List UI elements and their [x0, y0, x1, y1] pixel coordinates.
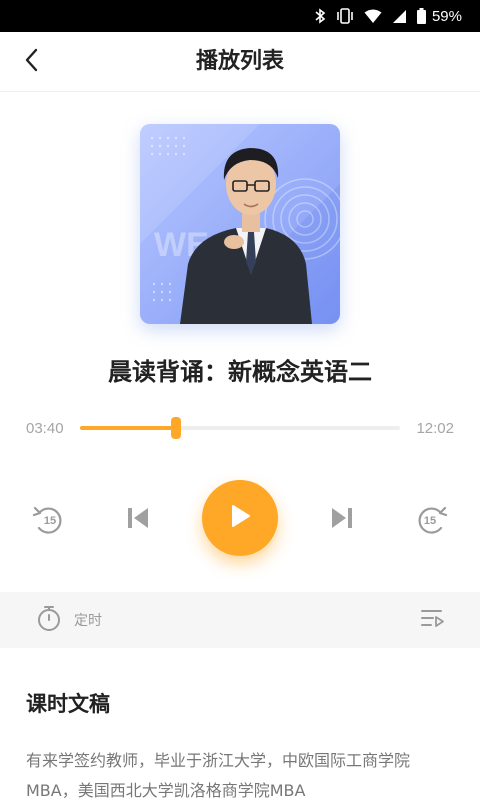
- progress-slider[interactable]: [80, 417, 400, 439]
- header: 播放列表: [0, 32, 480, 92]
- page-title: 播放列表: [195, 49, 284, 74]
- vibrate-icon: [336, 8, 354, 24]
- current-time: 03:40: [26, 420, 64, 437]
- previous-track-button[interactable]: [118, 500, 158, 540]
- rewind-15-button[interactable]: 15: [30, 502, 70, 538]
- bluetooth-icon: [314, 8, 326, 24]
- forward-seconds-label: 15: [423, 515, 437, 527]
- progress-thumb[interactable]: [171, 417, 181, 439]
- total-time: 12:02: [416, 420, 454, 437]
- lesson-title: 晨读背诵：新概念英语二: [108, 358, 372, 386]
- skip-previous-icon: [124, 504, 152, 536]
- forward-15-button[interactable]: 15: [410, 502, 450, 538]
- signal-icon: [392, 9, 407, 24]
- transcript-body: 有来学签约教师，毕业于浙江大学，中欧国际工商学院MBA，美国西北大学凯洛格商学院…: [26, 751, 411, 800]
- playlist-button[interactable]: [420, 608, 446, 632]
- playlist-icon: [421, 608, 445, 632]
- rewind-seconds-label: 15: [43, 515, 57, 527]
- transcript-title: 课时文稿: [26, 692, 110, 716]
- timer-label: 定时: [74, 613, 102, 629]
- sleep-timer-button[interactable]: 定时: [36, 606, 102, 634]
- next-track-button[interactable]: [322, 500, 362, 540]
- status-bar: 59%: [0, 0, 480, 32]
- skip-next-icon: [328, 504, 356, 536]
- stopwatch-icon: [36, 604, 62, 636]
- wifi-icon: [364, 9, 382, 24]
- play-icon: [227, 502, 253, 534]
- timer-bar: 定时: [0, 592, 480, 648]
- battery-icon: [416, 8, 426, 24]
- play-button[interactable]: [202, 480, 278, 556]
- lesson-cover: WE: [140, 124, 340, 324]
- battery-percentage: 59%: [431, 7, 462, 25]
- progress-fill: [80, 426, 176, 430]
